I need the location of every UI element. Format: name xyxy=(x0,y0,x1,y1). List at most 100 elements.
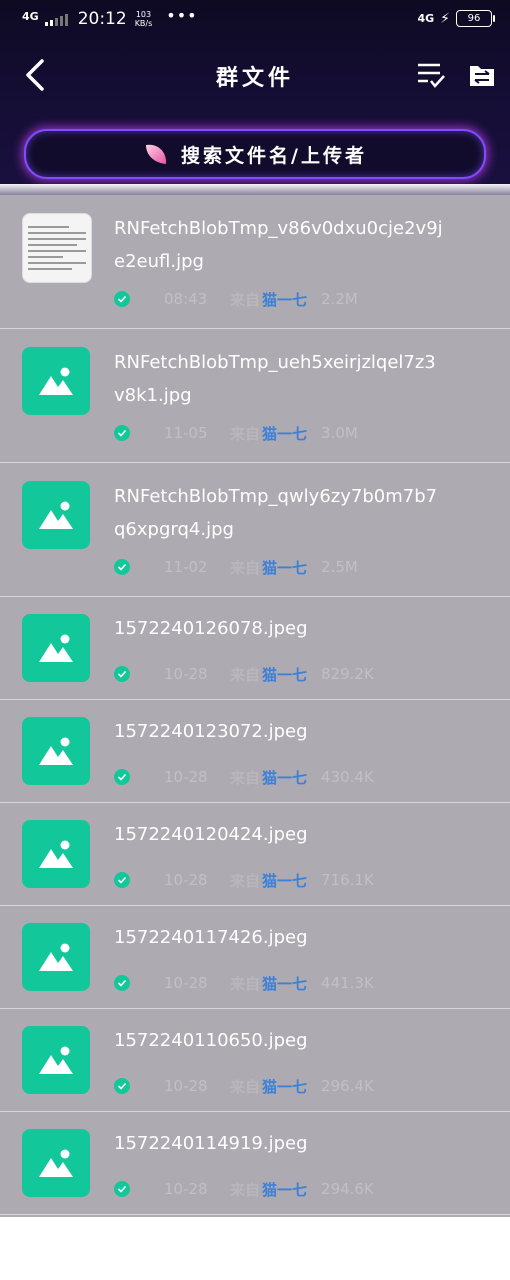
from-label: 来自 xyxy=(230,974,261,993)
file-thumbnail xyxy=(22,614,90,682)
uploader-name[interactable]: 猫一七 xyxy=(262,1179,307,1200)
file-thumbnail xyxy=(22,1026,90,1094)
file-row[interactable]: RNFetchBlobTmp_ueh5xeirjzlqel7z3v8k1.jpg… xyxy=(0,329,510,463)
file-row[interactable]: 1572240126078.jpeg 10-28 来自 猫一七 829.2K xyxy=(0,597,510,700)
downloaded-check-icon xyxy=(114,872,130,888)
file-name: 1572240126078.jpeg xyxy=(114,618,308,639)
from-label: 来自 xyxy=(230,871,261,890)
file-name: RNFetchBlobTmp_ueh5xeirjzlqel7z3v8k1.jpg xyxy=(114,352,436,406)
from-label: 来自 xyxy=(230,558,261,577)
charging-icon: ⚡ xyxy=(440,10,450,27)
file-date: 10-28 xyxy=(164,1077,208,1095)
file-name: 1572240114919.jpeg xyxy=(114,1133,308,1154)
file-row[interactable]: 1572240120424.jpeg 10-28 来自 猫一七 716.1K xyxy=(0,803,510,906)
file-row[interactable]: RNFetchBlobTmp_v86v0dxu0cje2v9je2eufl.jp… xyxy=(0,195,510,329)
search-bar[interactable]: 搜索文件名/上传者 xyxy=(24,129,486,179)
image-icon xyxy=(39,501,73,529)
uploader-name[interactable]: 猫一七 xyxy=(262,973,307,994)
file-name: RNFetchBlobTmp_v86v0dxu0cje2v9je2eufl.jp… xyxy=(114,218,443,272)
uploader-name[interactable]: 猫一七 xyxy=(262,870,307,891)
file-thumbnail xyxy=(22,347,90,415)
file-date: 10-28 xyxy=(164,974,208,992)
downloaded-check-icon xyxy=(114,975,130,991)
file-date: 10-28 xyxy=(164,768,208,786)
downloaded-check-icon xyxy=(114,1078,130,1094)
network-speed-value: 103 xyxy=(135,10,152,19)
image-icon xyxy=(39,1149,73,1177)
app-header: 4G 20:12 103 KB/s ••• 4G ⚡ 96 群文件 搜索文件名/… xyxy=(0,0,510,195)
document-preview xyxy=(28,222,86,274)
file-meta: 10-28 来自 猫一七 294.6K xyxy=(114,1179,374,1199)
downloaded-check-icon xyxy=(114,666,130,682)
file-meta: 11-02 来自 猫一七 2.5M xyxy=(114,557,358,577)
image-icon xyxy=(39,367,73,395)
file-row[interactable]: 1572240117426.jpeg 10-28 来自 猫一七 441.3K xyxy=(0,906,510,1009)
file-name: 1572240110650.jpeg xyxy=(114,1030,308,1051)
petal-icon xyxy=(146,144,167,164)
from-label: 来自 xyxy=(230,768,261,787)
file-thumbnail xyxy=(22,213,92,283)
clock: 20:12 xyxy=(77,9,127,29)
file-meta: 10-28 来自 猫一七 430.4K xyxy=(114,767,374,787)
file-name: RNFetchBlobTmp_qwly6zy7b0m7b7q6xpgrq4.jp… xyxy=(114,486,438,540)
from-label: 来自 xyxy=(230,1077,261,1096)
file-thumbnail xyxy=(22,923,90,991)
uploader-name[interactable]: 猫一七 xyxy=(262,1076,307,1097)
more-notifications-icon: ••• xyxy=(166,5,198,25)
file-list: RNFetchBlobTmp_v86v0dxu0cje2v9je2eufl.jp… xyxy=(0,195,510,1217)
from-label: 来自 xyxy=(230,424,261,443)
downloaded-check-icon xyxy=(114,559,130,575)
file-name: 1572240123072.jpeg xyxy=(114,721,308,742)
image-icon xyxy=(39,840,73,868)
from-label: 来自 xyxy=(230,665,261,684)
file-row[interactable]: 1572240114919.jpeg 10-28 来自 猫一七 294.6K xyxy=(0,1112,510,1215)
image-icon xyxy=(39,737,73,765)
file-date: 10-28 xyxy=(164,665,208,683)
folder-transfer-icon[interactable] xyxy=(467,60,497,90)
image-icon xyxy=(39,943,73,971)
file-date: 10-28 xyxy=(164,871,208,889)
downloaded-check-icon xyxy=(114,425,130,441)
network-type: 4G xyxy=(22,9,39,23)
file-thumbnail xyxy=(22,717,90,785)
downloaded-check-icon xyxy=(114,769,130,785)
file-date: 08:43 xyxy=(164,290,208,308)
file-name: 1572240117426.jpeg xyxy=(114,927,308,948)
network-speed-unit: KB/s xyxy=(134,19,153,28)
uploader-name[interactable]: 猫一七 xyxy=(262,289,307,310)
signal-icon xyxy=(44,12,68,26)
file-name: 1572240120424.jpeg xyxy=(114,824,308,845)
downloaded-check-icon xyxy=(114,291,130,307)
image-icon xyxy=(39,634,73,662)
uploader-name[interactable]: 猫一七 xyxy=(262,557,307,578)
from-label: 来自 xyxy=(230,1180,261,1199)
file-meta: 10-28 来自 猫一七 829.2K xyxy=(114,664,374,684)
file-row[interactable]: 1572240110650.jpeg 10-28 来自 猫一七 296.4K xyxy=(0,1009,510,1112)
uploader-name[interactable]: 猫一七 xyxy=(262,664,307,685)
file-row[interactable]: 1572240123072.jpeg 10-28 来自 猫一七 430.4K xyxy=(0,700,510,803)
file-size: 716.1K xyxy=(321,871,374,889)
file-size: 2.2M xyxy=(321,290,358,308)
file-date: 11-05 xyxy=(164,424,208,442)
image-icon xyxy=(39,1046,73,1074)
file-thumbnail xyxy=(22,481,90,549)
file-thumbnail xyxy=(22,1129,90,1197)
from-label: 来自 xyxy=(230,290,261,309)
file-meta: 11-05 来自 猫一七 3.0M xyxy=(114,423,358,443)
file-meta: 10-28 来自 猫一七 441.3K xyxy=(114,973,374,993)
multi-select-icon[interactable] xyxy=(416,60,446,90)
file-size: 441.3K xyxy=(321,974,374,992)
network-type-right: 4G xyxy=(417,12,435,25)
uploader-name[interactable]: 猫一七 xyxy=(262,423,307,444)
downloaded-check-icon xyxy=(114,1181,130,1197)
file-size: 2.5M xyxy=(321,558,358,576)
file-size: 829.2K xyxy=(321,665,374,683)
file-date: 10-28 xyxy=(164,1180,208,1198)
battery-icon: 96 xyxy=(456,10,495,27)
file-row[interactable]: RNFetchBlobTmp_qwly6zy7b0m7b7q6xpgrq4.jp… xyxy=(0,463,510,597)
file-size: 430.4K xyxy=(321,768,374,786)
uploader-name[interactable]: 猫一七 xyxy=(262,767,307,788)
file-thumbnail xyxy=(22,820,90,888)
status-bar: 4G 20:12 103 KB/s ••• 4G ⚡ 96 xyxy=(0,0,510,38)
file-date: 11-02 xyxy=(164,558,208,576)
